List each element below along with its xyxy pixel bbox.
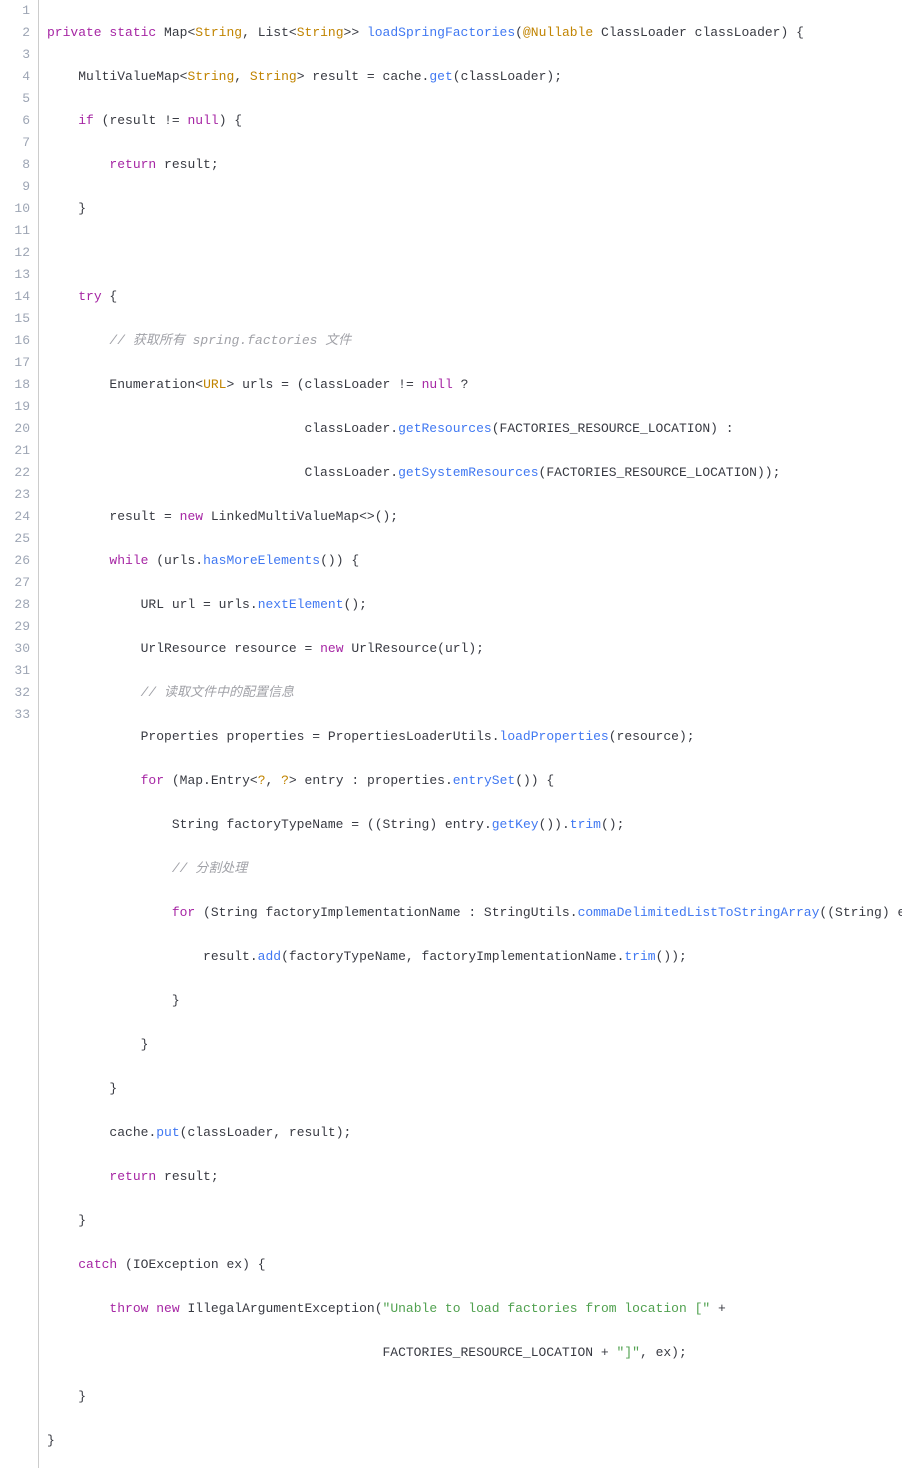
line-number: 22 [4, 462, 30, 484]
code-line[interactable]: Enumeration<URL> urls = (classLoader != … [47, 374, 902, 396]
line-number: 6 [4, 110, 30, 132]
code-line[interactable]: } [47, 1430, 902, 1452]
line-number: 15 [4, 308, 30, 330]
line-number: 18 [4, 374, 30, 396]
code-line[interactable]: } [47, 1078, 902, 1100]
line-number: 5 [4, 88, 30, 110]
code-line[interactable]: private static Map<String, List<String>>… [47, 22, 902, 44]
code-line[interactable]: for (Map.Entry<?, ?> entry : properties.… [47, 770, 902, 792]
code-line[interactable]: return result; [47, 1166, 902, 1188]
line-number: 24 [4, 506, 30, 528]
code-line[interactable]: } [47, 1034, 902, 1056]
code-line[interactable]: result.add(factoryTypeName, factoryImple… [47, 946, 902, 968]
code-line[interactable] [47, 242, 902, 264]
line-number: 14 [4, 286, 30, 308]
line-number: 1 [4, 0, 30, 22]
code-line[interactable]: classLoader.getResources(FACTORIES_RESOU… [47, 418, 902, 440]
code-line[interactable]: // 分割处理 [47, 858, 902, 880]
line-number: 3 [4, 44, 30, 66]
line-number: 30 [4, 638, 30, 660]
line-number: 27 [4, 572, 30, 594]
code-line[interactable]: result = new LinkedMultiValueMap<>(); [47, 506, 902, 528]
line-number: 23 [4, 484, 30, 506]
line-number: 21 [4, 440, 30, 462]
line-number: 25 [4, 528, 30, 550]
code-line[interactable]: try { [47, 286, 902, 308]
code-editor: 1 2 3 4 5 6 7 8 9 10 11 12 13 14 15 16 1… [0, 0, 902, 1468]
line-number: 12 [4, 242, 30, 264]
code-line[interactable]: if (result != null) { [47, 110, 902, 132]
line-number: 17 [4, 352, 30, 374]
line-number: 2 [4, 22, 30, 44]
line-number-gutter: 1 2 3 4 5 6 7 8 9 10 11 12 13 14 15 16 1… [0, 0, 38, 1468]
line-number: 28 [4, 594, 30, 616]
code-line[interactable]: } [47, 1210, 902, 1232]
line-number: 4 [4, 66, 30, 88]
line-number: 13 [4, 264, 30, 286]
code-line[interactable]: return result; [47, 154, 902, 176]
line-number: 10 [4, 198, 30, 220]
code-line[interactable]: Properties properties = PropertiesLoader… [47, 726, 902, 748]
line-number: 33 [4, 704, 30, 726]
line-number: 9 [4, 176, 30, 198]
line-number: 8 [4, 154, 30, 176]
code-line[interactable]: URL url = urls.nextElement(); [47, 594, 902, 616]
code-line[interactable]: for (String factoryImplementationName : … [47, 902, 902, 924]
code-line[interactable]: catch (IOException ex) { [47, 1254, 902, 1276]
code-line[interactable]: ClassLoader.getSystemResources(FACTORIES… [47, 462, 902, 484]
code-line[interactable]: MultiValueMap<String, String> result = c… [47, 66, 902, 88]
code-line[interactable]: // 读取文件中的配置信息 [47, 682, 902, 704]
code-line[interactable]: while (urls.hasMoreElements()) { [47, 550, 902, 572]
line-number: 26 [4, 550, 30, 572]
code-line[interactable]: cache.put(classLoader, result); [47, 1122, 902, 1144]
line-number: 16 [4, 330, 30, 352]
code-line[interactable]: UrlResource resource = new UrlResource(u… [47, 638, 902, 660]
line-number: 29 [4, 616, 30, 638]
code-line[interactable]: } [47, 198, 902, 220]
code-line[interactable]: throw new IllegalArgumentException("Unab… [47, 1298, 902, 1320]
line-number: 20 [4, 418, 30, 440]
code-area[interactable]: private static Map<String, List<String>>… [38, 0, 902, 1468]
line-number: 7 [4, 132, 30, 154]
code-line[interactable]: String factoryTypeName = ((String) entry… [47, 814, 902, 836]
line-number: 32 [4, 682, 30, 704]
line-number: 11 [4, 220, 30, 242]
code-line[interactable]: } [47, 990, 902, 1012]
line-number: 19 [4, 396, 30, 418]
line-number: 31 [4, 660, 30, 682]
code-line[interactable]: FACTORIES_RESOURCE_LOCATION + "]", ex); [47, 1342, 902, 1364]
code-line[interactable]: } [47, 1386, 902, 1408]
code-line[interactable]: // 获取所有 spring.factories 文件 [47, 330, 902, 352]
